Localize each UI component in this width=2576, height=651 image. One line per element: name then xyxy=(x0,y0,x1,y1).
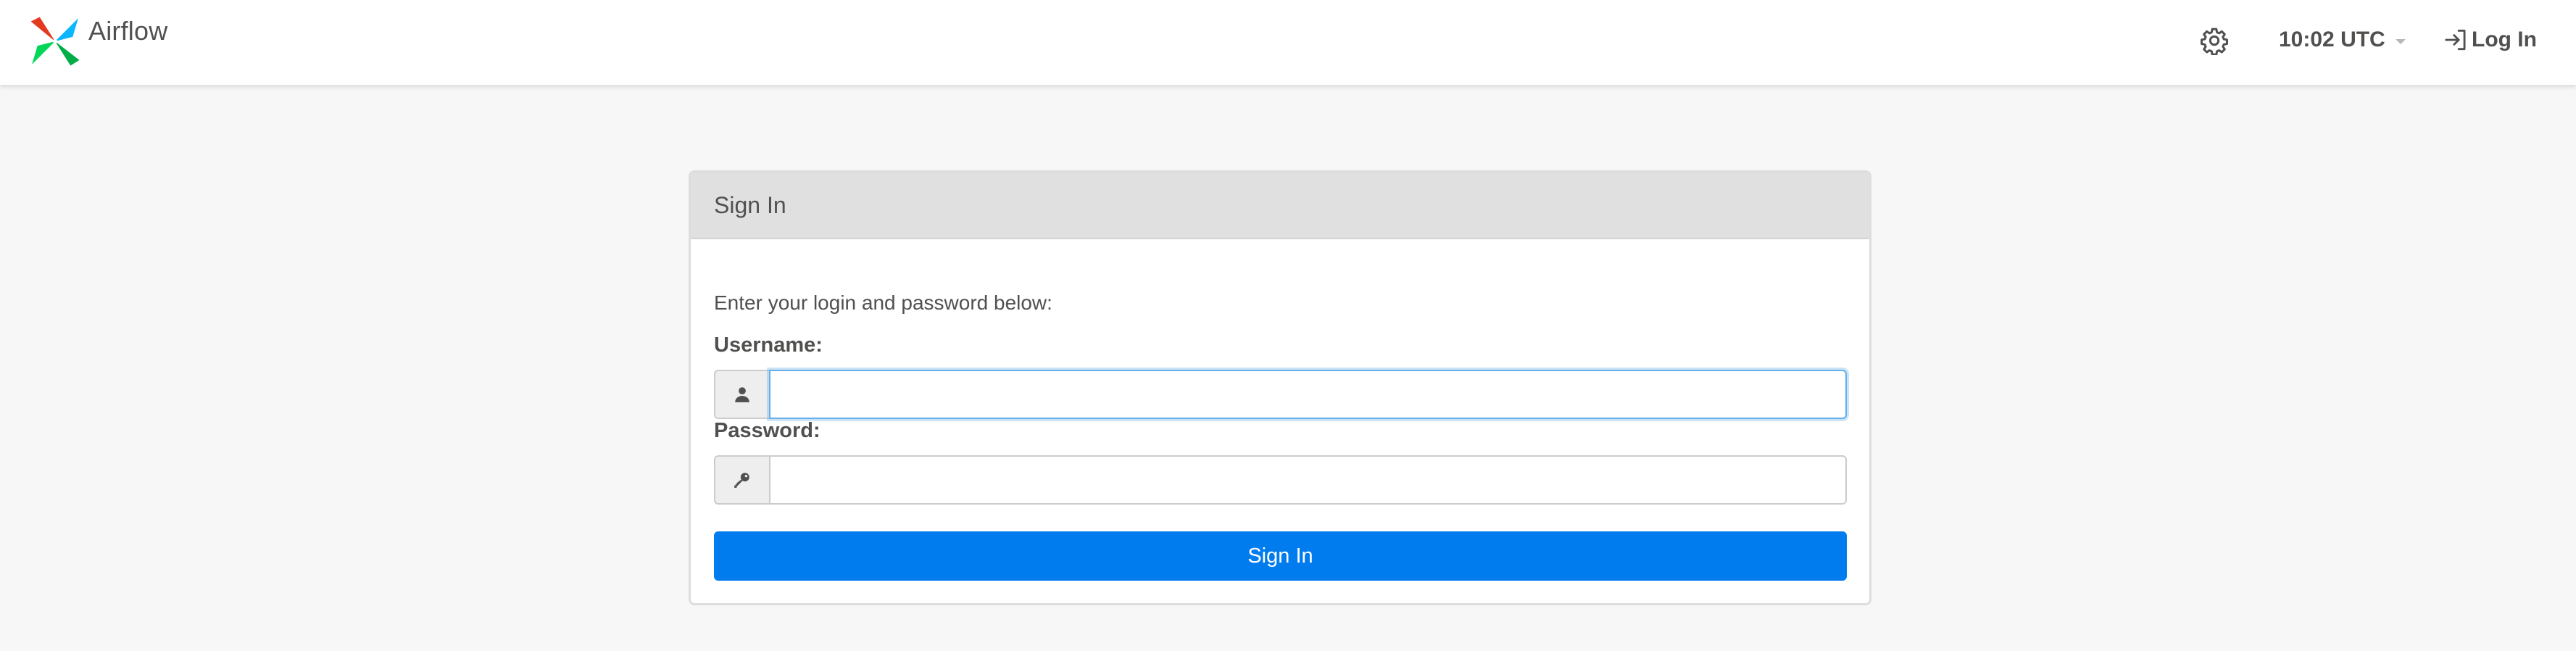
username-addon xyxy=(714,370,769,419)
login-link[interactable]: Log In xyxy=(2443,25,2537,55)
airflow-logo-icon xyxy=(30,17,80,66)
top-navbar: Airflow 10:02 UTC Log In xyxy=(0,0,2576,86)
password-addon xyxy=(714,455,769,505)
password-input[interactable] xyxy=(769,455,1847,505)
signin-helper-text: Enter your login and password below: xyxy=(714,291,1052,314)
chevron-down-icon xyxy=(2395,38,2406,44)
username-input-group xyxy=(714,370,1847,419)
username-input[interactable] xyxy=(769,370,1847,419)
sign-in-icon xyxy=(2445,29,2466,51)
gear-icon[interactable] xyxy=(2200,26,2229,55)
password-input-group xyxy=(714,455,1847,505)
signin-button[interactable]: Sign In xyxy=(714,531,1847,581)
signin-panel: Sign In Enter your login and password be… xyxy=(689,170,1871,605)
user-icon xyxy=(735,387,749,402)
brand-name: Airflow xyxy=(88,16,168,46)
password-label: Password: xyxy=(714,419,820,442)
clock-time: 10:02 UTC xyxy=(2279,28,2385,51)
clock-dropdown[interactable]: 10:02 UTC xyxy=(2279,25,2406,55)
brand-link[interactable]: Airflow xyxy=(28,9,167,74)
key-icon xyxy=(734,473,749,488)
panel-title: Sign In xyxy=(691,173,1869,239)
login-label: Log In xyxy=(2472,28,2537,51)
username-label: Username: xyxy=(714,333,823,357)
